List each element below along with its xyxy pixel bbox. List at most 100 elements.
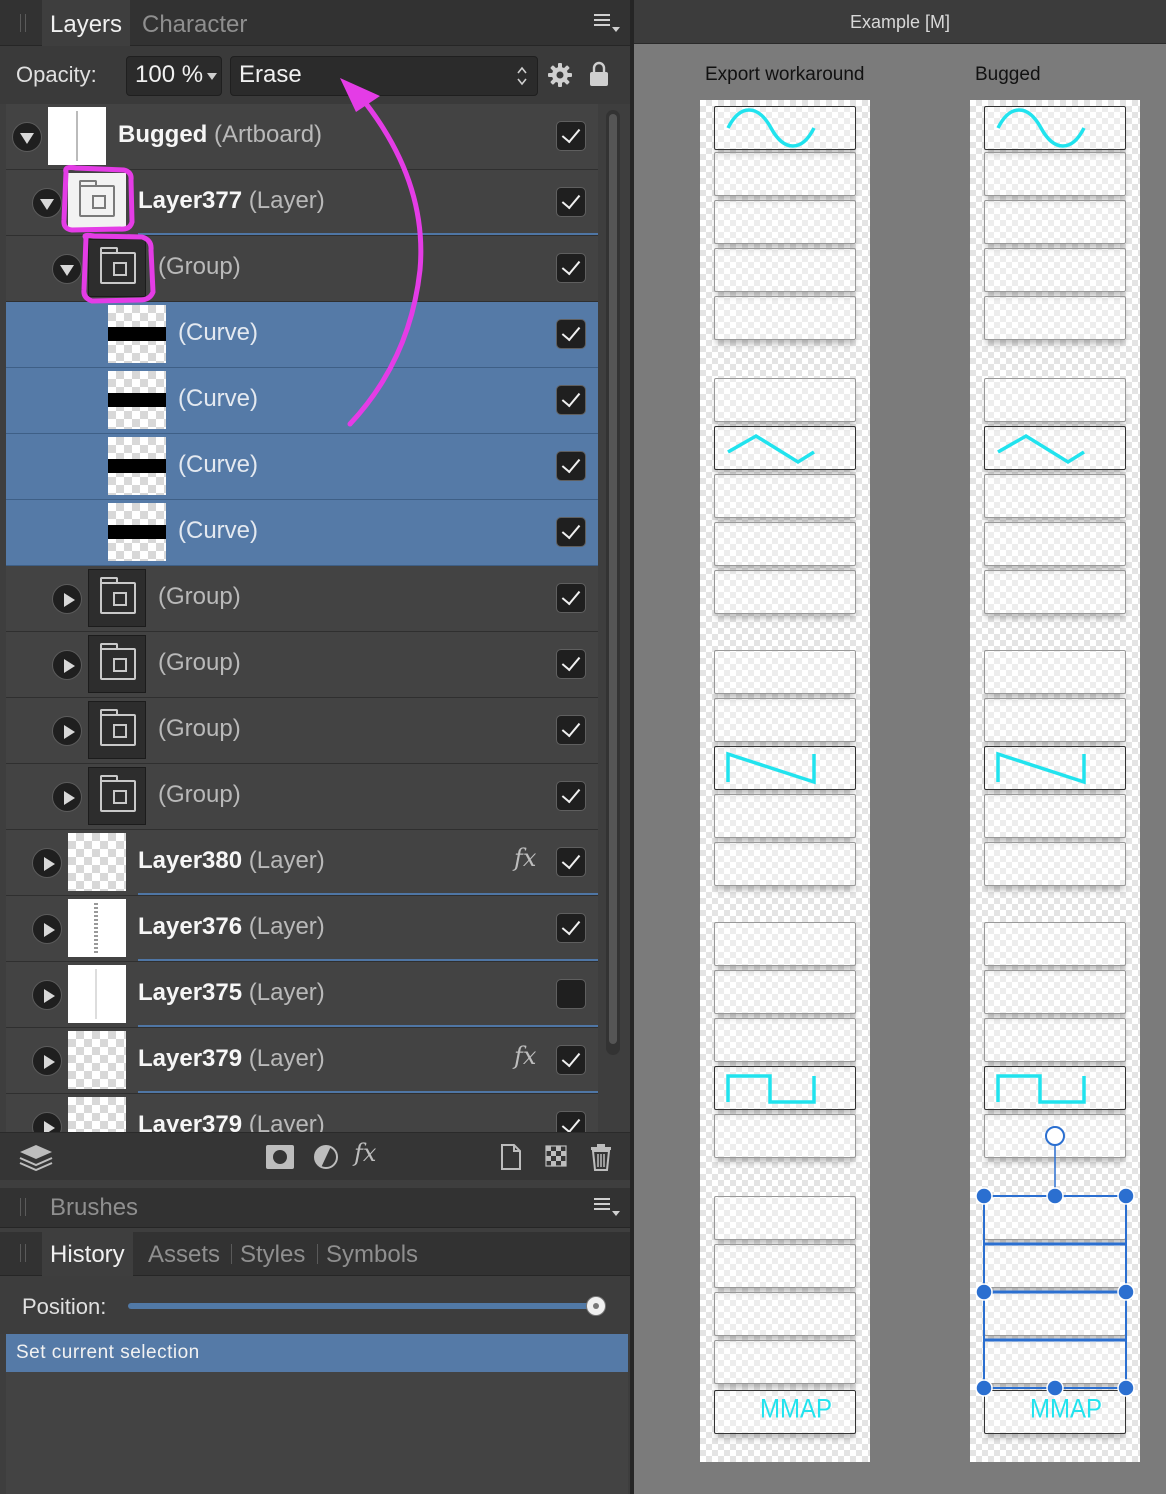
tab-styles[interactable]: Styles bbox=[232, 1232, 313, 1276]
visibility-checkbox[interactable] bbox=[556, 319, 586, 349]
layer-label: (Curve) bbox=[178, 517, 259, 544]
visibility-checkbox[interactable] bbox=[556, 1045, 586, 1075]
tab-symbols[interactable]: Symbols bbox=[318, 1232, 426, 1276]
resize-handle[interactable] bbox=[1117, 1187, 1135, 1205]
visibility-checkbox[interactable] bbox=[556, 583, 586, 613]
tab-assets[interactable]: Assets bbox=[140, 1232, 228, 1276]
visibility-checkbox[interactable] bbox=[556, 847, 586, 877]
gear-icon[interactable] bbox=[547, 62, 573, 88]
visibility-checkbox[interactable] bbox=[556, 451, 586, 481]
expand-toggle[interactable] bbox=[32, 914, 62, 944]
expand-toggle[interactable] bbox=[52, 782, 82, 812]
resize-handle[interactable] bbox=[1046, 1187, 1064, 1205]
tab-character[interactable]: Character bbox=[134, 0, 255, 46]
position-slider-track[interactable] bbox=[128, 1303, 598, 1309]
history-tab-bar: History Assets Styles Symbols bbox=[0, 1232, 630, 1276]
layer-label: (Curve) bbox=[178, 451, 259, 478]
document-canvas-area: Example [M] Export workaround Bugged MMA… bbox=[634, 0, 1166, 1494]
visibility-checkbox[interactable] bbox=[556, 1111, 586, 1132]
layer-row-layer377[interactable]: Layer377 (Layer) bbox=[6, 170, 598, 236]
folder-icon bbox=[100, 775, 136, 812]
fx-icon[interactable]: fx bbox=[354, 1139, 376, 1167]
layer-row-layer376[interactable]: Layer376 (Layer) bbox=[6, 896, 598, 962]
tab-history[interactable]: History bbox=[42, 1232, 133, 1276]
expand-toggle[interactable] bbox=[52, 254, 82, 284]
expand-toggle[interactable] bbox=[32, 1112, 62, 1132]
resize-handle[interactable] bbox=[1046, 1379, 1064, 1397]
panel-menu-icon[interactable] bbox=[594, 1196, 620, 1216]
tab-brushes[interactable]: Brushes bbox=[42, 1188, 146, 1228]
layer-row-group[interactable]: (Group) bbox=[6, 764, 598, 830]
expand-toggle[interactable] bbox=[12, 122, 42, 152]
layer-row-curve[interactable]: (Curve) bbox=[6, 500, 598, 566]
layer-row-layer379[interactable]: Layer379 (Layer) fx bbox=[6, 1028, 598, 1094]
resize-handle[interactable] bbox=[1117, 1379, 1135, 1397]
visibility-checkbox[interactable] bbox=[556, 253, 586, 283]
layer-label: Layer375 (Layer) bbox=[138, 979, 325, 1006]
rotate-handle[interactable] bbox=[1045, 1126, 1065, 1146]
brushes-panel-header: Brushes bbox=[0, 1188, 630, 1228]
resize-handle[interactable] bbox=[975, 1187, 993, 1205]
visibility-checkbox[interactable] bbox=[556, 979, 586, 1009]
expand-toggle[interactable] bbox=[52, 716, 82, 746]
visibility-checkbox[interactable] bbox=[556, 385, 586, 415]
selection-bounding-box[interactable] bbox=[975, 1126, 1135, 1397]
new-document-icon[interactable] bbox=[496, 1143, 526, 1171]
layer-row-group[interactable]: (Group) bbox=[6, 566, 598, 632]
curve-thumbnail bbox=[108, 305, 166, 363]
visibility-checkbox[interactable] bbox=[556, 121, 586, 151]
pixel-layer-icon[interactable] bbox=[542, 1143, 572, 1171]
layer-label: (Curve) bbox=[178, 319, 259, 346]
panel-grip[interactable] bbox=[20, 1198, 26, 1216]
layer-row-layer375[interactable]: Layer375 (Layer) bbox=[6, 962, 598, 1028]
expand-toggle[interactable] bbox=[32, 188, 62, 218]
curve-thumbnail bbox=[108, 371, 166, 429]
resize-handle[interactable] bbox=[975, 1379, 993, 1397]
artboard-bugged[interactable]: MMAP bbox=[970, 100, 1140, 1462]
layer-row-artboard[interactable]: Bugged (Artboard) bbox=[6, 104, 598, 170]
opacity-field[interactable]: 100 % bbox=[126, 56, 222, 96]
layer-row-curve[interactable]: (Curve) bbox=[6, 368, 598, 434]
fx-icon[interactable]: fx bbox=[514, 844, 536, 872]
layer-row-curve[interactable]: (Curve) bbox=[6, 302, 598, 368]
layer-row-group[interactable]: (Group) bbox=[6, 236, 598, 302]
tab-layers[interactable]: Layers bbox=[42, 0, 131, 46]
adjustment-icon[interactable] bbox=[311, 1143, 341, 1171]
panel-menu-icon[interactable] bbox=[594, 12, 620, 32]
visibility-checkbox[interactable] bbox=[556, 781, 586, 811]
panel-grip[interactable] bbox=[20, 14, 26, 32]
mask-icon[interactable] bbox=[265, 1143, 295, 1171]
blend-mode-select[interactable]: Erase bbox=[230, 56, 538, 96]
resize-handle[interactable] bbox=[975, 1283, 993, 1301]
layer-row-group[interactable]: (Group) bbox=[6, 698, 598, 764]
expand-toggle[interactable] bbox=[52, 584, 82, 614]
layer-folder-thumbnail bbox=[68, 173, 126, 231]
expand-toggle[interactable] bbox=[32, 980, 62, 1010]
layers-stack-icon[interactable] bbox=[18, 1143, 54, 1171]
visibility-checkbox[interactable] bbox=[556, 913, 586, 943]
tri-wave-icon bbox=[727, 433, 815, 465]
expand-toggle[interactable] bbox=[32, 848, 62, 878]
panel-grip[interactable] bbox=[20, 1244, 26, 1262]
layer-label: (Group) bbox=[158, 781, 241, 808]
artboard-export-workaround[interactable]: MMAP bbox=[700, 100, 870, 1462]
visibility-checkbox[interactable] bbox=[556, 715, 586, 745]
position-slider-knob[interactable] bbox=[586, 1296, 606, 1316]
layer-row-layer379-b[interactable]: Layer379 (Layer) bbox=[6, 1094, 598, 1132]
expand-toggle[interactable] bbox=[52, 650, 82, 680]
layers-scrollbar[interactable] bbox=[606, 110, 620, 1055]
expand-toggle[interactable] bbox=[32, 1046, 62, 1076]
history-entry[interactable]: Set current selection bbox=[6, 1334, 628, 1372]
visibility-checkbox[interactable] bbox=[556, 517, 586, 547]
fx-icon[interactable]: fx bbox=[514, 1042, 536, 1070]
lock-icon[interactable] bbox=[589, 60, 609, 88]
opacity-row: Opacity: 100 % Erase bbox=[0, 46, 630, 104]
group-thumbnail bbox=[88, 767, 146, 825]
visibility-checkbox[interactable] bbox=[556, 187, 586, 217]
layer-row-layer380[interactable]: Layer380 (Layer) fx bbox=[6, 830, 598, 896]
visibility-checkbox[interactable] bbox=[556, 649, 586, 679]
trash-icon[interactable] bbox=[586, 1143, 616, 1171]
layer-row-group[interactable]: (Group) bbox=[6, 632, 598, 698]
resize-handle[interactable] bbox=[1117, 1283, 1135, 1301]
layer-row-curve[interactable]: (Curve) bbox=[6, 434, 598, 500]
